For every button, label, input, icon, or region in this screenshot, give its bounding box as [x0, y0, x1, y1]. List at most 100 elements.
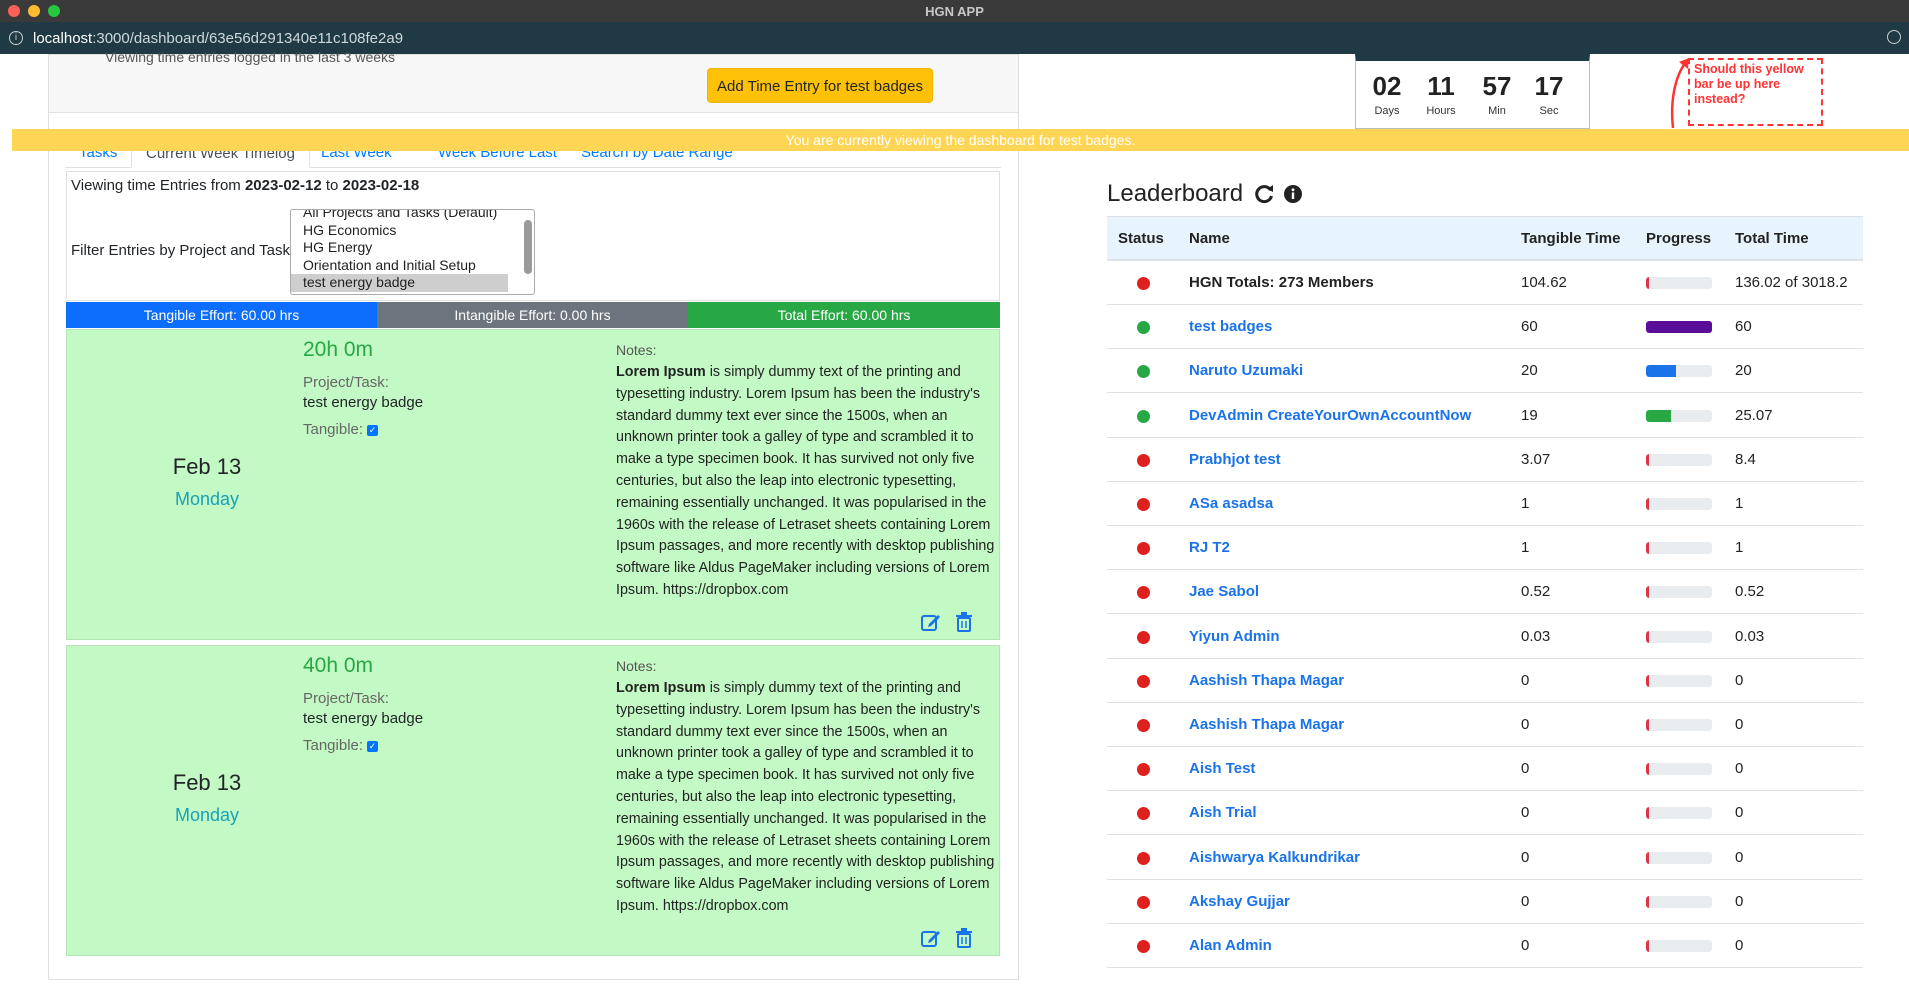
tangible-time: 1 — [1521, 539, 1530, 557]
trash-icon[interactable] — [955, 928, 973, 948]
member-name[interactable]: Aish Test — [1189, 760, 1255, 777]
progress-bar — [1646, 940, 1712, 952]
member-name[interactable]: Alan Admin — [1189, 937, 1272, 954]
status-dot-icon — [1137, 807, 1150, 821]
progress-bar-fill — [1646, 277, 1649, 289]
project-task-label: Project/Task: — [303, 374, 389, 391]
member-name[interactable]: Prabhjot test — [1189, 451, 1281, 468]
window-titlebar: HGN APP — [0, 0, 1909, 22]
entry-date: Feb 13 — [172, 770, 242, 795]
status-dot-icon — [1137, 409, 1150, 423]
member-name[interactable]: Aashish Thapa Magar — [1189, 672, 1344, 689]
header-progress[interactable]: Progress — [1646, 230, 1711, 247]
progress-bar-fill — [1646, 453, 1650, 466]
member-name: HGN Totals: 273 Members — [1189, 274, 1374, 291]
member-name[interactable]: test badges — [1189, 318, 1272, 335]
window-controls — [8, 5, 60, 17]
filter-box: Viewing time Entries from 2023-02-12 to … — [66, 171, 1000, 301]
leaderboard-row: Aish Trial 0 0 — [1107, 791, 1863, 836]
total-time: 0 — [1735, 671, 1744, 689]
edit-icon[interactable] — [921, 613, 941, 631]
header-total-time[interactable]: Total Time — [1735, 230, 1809, 247]
member-name[interactable]: DevAdmin CreateYourOwnAccountNow — [1189, 407, 1471, 424]
filter-label: Filter Entries by Project and Task: — [71, 242, 295, 259]
entry-notes: Lorem Ipsum is simply dummy text of the … — [616, 678, 996, 918]
edit-icon[interactable] — [921, 929, 941, 947]
total-time: 136.02 of 3018.2 — [1735, 274, 1848, 291]
select-option[interactable]: All Projects and Tasks (Default) — [291, 210, 534, 222]
leaderboard-row: Aashish Thapa Magar 0 0 — [1107, 703, 1863, 747]
maximize-window-button[interactable] — [48, 5, 60, 17]
header-tangible-time[interactable]: Tangible Time — [1521, 230, 1620, 247]
project-task-select[interactable]: All Projects and Tasks (Default) HG Econ… — [290, 209, 535, 295]
status-dot-icon — [1137, 542, 1150, 556]
member-name[interactable]: Aish Trial — [1189, 804, 1257, 821]
member-name[interactable]: Aishwarya Kalkundrikar — [1189, 849, 1360, 866]
tangible-time: 104.62 — [1521, 274, 1567, 291]
tangible-checkbox[interactable]: ✓ — [367, 740, 379, 752]
refresh-icon[interactable] — [1253, 183, 1275, 205]
total-time: 1 — [1735, 539, 1744, 557]
header-status[interactable]: Status — [1118, 230, 1164, 247]
date-from: 2023-02-12 — [244, 177, 322, 194]
progress-bar-fill — [1646, 498, 1649, 510]
status-dot-icon — [1137, 498, 1150, 511]
member-name[interactable]: Akshay Gujjar — [1189, 893, 1290, 910]
close-window-button[interactable] — [8, 5, 20, 17]
timer-days-label: Days — [1374, 105, 1400, 117]
select-option[interactable]: HG Energy — [291, 239, 534, 257]
progress-bar — [1646, 674, 1712, 687]
progress-bar — [1646, 895, 1712, 908]
member-name[interactable]: ASa asadsa — [1189, 495, 1273, 512]
progress-bar — [1646, 409, 1712, 422]
total-time: 8.4 — [1735, 450, 1756, 468]
member-name[interactable]: Naruto Uzumaki — [1189, 362, 1303, 379]
timer-minutes-label: Min — [1488, 105, 1506, 117]
notes-text: is simply dummy text of the printing and… — [616, 680, 995, 914]
select-option[interactable]: Orientation and Initial Setup — [291, 257, 534, 275]
tangible-time: 20 — [1521, 362, 1538, 380]
tangible-time: 1 — [1521, 495, 1530, 512]
status-dot-icon — [1137, 453, 1150, 467]
member-name[interactable]: Yiyun Admin — [1189, 628, 1280, 645]
header-name[interactable]: Name — [1189, 230, 1230, 247]
project-task-value: test energy badge — [303, 394, 424, 411]
status-dot-icon — [1137, 674, 1150, 688]
timer-minutes-value: 57 — [1482, 71, 1512, 101]
date-to: 2023-02-18 — [342, 177, 420, 194]
select-option[interactable]: HG Economics — [291, 222, 534, 240]
tangible-time: 0.52 — [1521, 583, 1551, 601]
progress-bar-fill — [1646, 409, 1672, 422]
info-icon[interactable]: i — [9, 31, 23, 45]
select-option-selected[interactable]: test energy badge — [291, 274, 508, 292]
tangible-checkbox[interactable]: ✓ — [367, 424, 379, 436]
progress-bar-fill — [1646, 895, 1649, 908]
annotation-comment: Should this yellow bar be up here instea… — [1688, 58, 1823, 126]
date-range-separator: to — [321, 177, 343, 194]
progress-bar-fill — [1646, 719, 1649, 731]
notes-text: is simply dummy text of the printing and… — [616, 364, 995, 598]
timer-hours: 11 Hours — [1414, 71, 1468, 117]
progress-bar-fill — [1646, 763, 1649, 776]
trash-icon[interactable] — [955, 612, 973, 632]
progress-bar — [1646, 586, 1712, 599]
leaderboard-row: Alan Admin 0 0 — [1107, 924, 1863, 968]
viewing-dashboard-banner: You are currently viewing the dashboard … — [12, 129, 1909, 151]
minimize-window-button[interactable] — [28, 5, 40, 17]
notes-label: Notes: — [616, 342, 657, 358]
status-dot-icon — [1137, 321, 1150, 335]
member-name[interactable]: RJ T2 — [1189, 539, 1230, 556]
url-path: :3000/dashboard/63e56d291340e11c108fe2a9 — [92, 29, 404, 47]
zoom-icon[interactable] — [1887, 30, 1901, 44]
info-icon[interactable] — [1283, 184, 1303, 204]
select-scrollbar[interactable] — [524, 220, 532, 274]
timer-minutes: 57 Min — [1470, 71, 1524, 117]
add-time-entry-button[interactable]: Add Time Entry for test badges — [707, 68, 933, 103]
status-dot-icon — [1137, 365, 1150, 379]
leaderboard-row: Prabhjot test 3.07 8.4 — [1107, 438, 1863, 482]
total-time: 0.03 — [1735, 627, 1765, 645]
member-name[interactable]: Aashish Thapa Magar — [1189, 716, 1344, 733]
status-dot-icon — [1137, 277, 1150, 290]
notes-bold: Lorem Ipsum — [616, 364, 706, 380]
member-name[interactable]: Jae Sabol — [1189, 583, 1259, 600]
